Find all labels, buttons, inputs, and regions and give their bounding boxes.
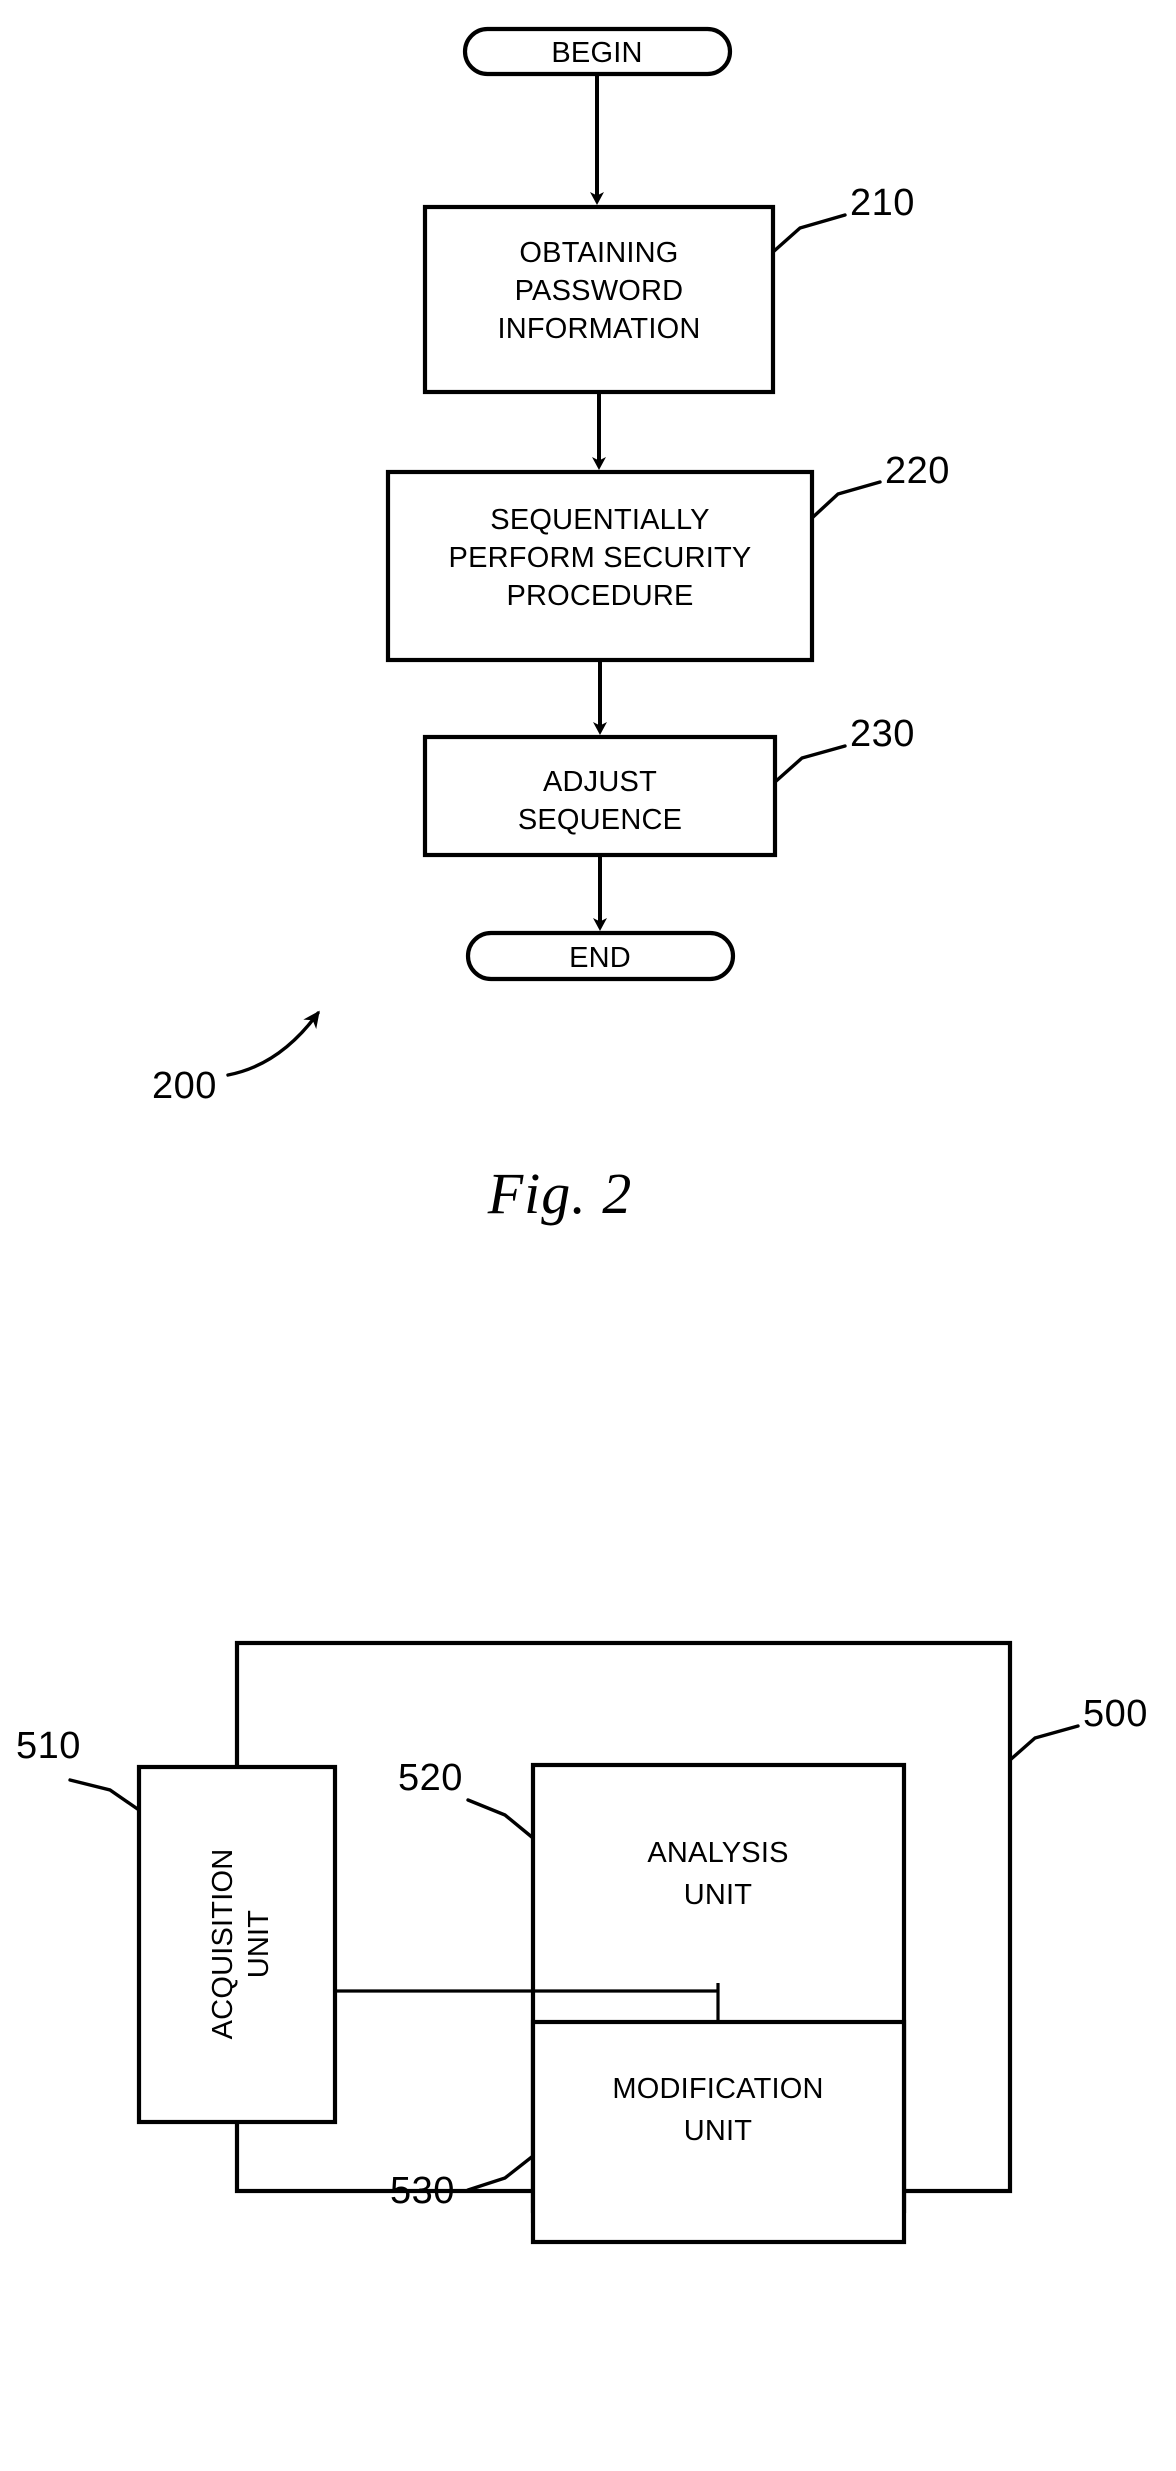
step230-label-line2: SEQUENCE — [518, 804, 682, 836]
ref-numeral-210: 210 — [850, 182, 915, 224]
leader-220 — [810, 480, 882, 520]
flow-node-end[interactable]: END — [465, 930, 736, 982]
flow-node-step210[interactable]: OBTAINING PASSWORD INFORMATION — [422, 204, 776, 395]
acquisition-unit-label-line1: ACQUISITION — [207, 1849, 239, 2040]
drawing-canvas: BEGIN OBTAINING PASSWORD INFORMATION 210… — [16, 26, 1148, 2245]
step210-label-line1: OBTAINING — [519, 237, 678, 269]
end-label: END — [569, 942, 631, 974]
analysis-unit-label-line2: UNIT — [684, 1879, 753, 1911]
leader-230 — [773, 744, 847, 784]
step210-label-line3: INFORMATION — [497, 313, 700, 345]
modification-unit-label-line1: MODIFICATION — [612, 2073, 823, 2105]
step220-label-line3: PROCEDURE — [506, 580, 693, 612]
begin-label: BEGIN — [551, 37, 642, 69]
leader-210 — [771, 213, 847, 254]
figure-2: BEGIN OBTAINING PASSWORD INFORMATION 210… — [152, 26, 950, 1226]
figure-2-caption: Fig. 2 — [487, 1161, 633, 1226]
leader-500 — [1008, 1724, 1080, 1762]
step230-label-line1: ADJUST — [543, 766, 657, 798]
ref-numeral-500: 500 — [1083, 1693, 1148, 1735]
patent-drawing-sheet: BEGIN OBTAINING PASSWORD INFORMATION 210… — [0, 0, 1176, 2471]
leader-510 — [68, 1778, 141, 1812]
step220-label-line1: SEQUENTIALLY — [490, 504, 709, 536]
modification-unit-label-line2: UNIT — [684, 2115, 753, 2147]
block-node-acquisition[interactable]: ACQUISITION UNIT — [136, 1764, 338, 2125]
step220-label-line2: PERFORM SECURITY — [449, 542, 752, 574]
flow-node-begin[interactable]: BEGIN — [462, 26, 733, 77]
ref-numeral-520: 520 — [398, 1757, 463, 1799]
ref-numeral-510: 510 — [16, 1725, 81, 1767]
leader-200 — [226, 1010, 320, 1077]
flow-node-step230[interactable]: ADJUST SEQUENCE — [422, 734, 778, 858]
ref-numeral-200: 200 — [152, 1065, 217, 1107]
ref-numeral-230: 230 — [850, 713, 915, 755]
block-node-modification[interactable]: MODIFICATION UNIT — [530, 2019, 907, 2245]
step210-label-line2: PASSWORD — [515, 275, 684, 307]
flow-node-step220[interactable]: SEQUENTIALLY PERFORM SECURITY PROCEDURE — [385, 469, 815, 663]
analysis-unit-label-line1: ANALYSIS — [647, 1837, 788, 1869]
ref-numeral-530: 530 — [390, 2170, 455, 2212]
figure-5: 500 ACQUISITION UNIT 510 ANALYSIS UNIT 5… — [16, 1640, 1148, 2245]
acquisition-unit-label-line2: UNIT — [243, 1910, 275, 1979]
ref-numeral-220: 220 — [885, 450, 950, 492]
